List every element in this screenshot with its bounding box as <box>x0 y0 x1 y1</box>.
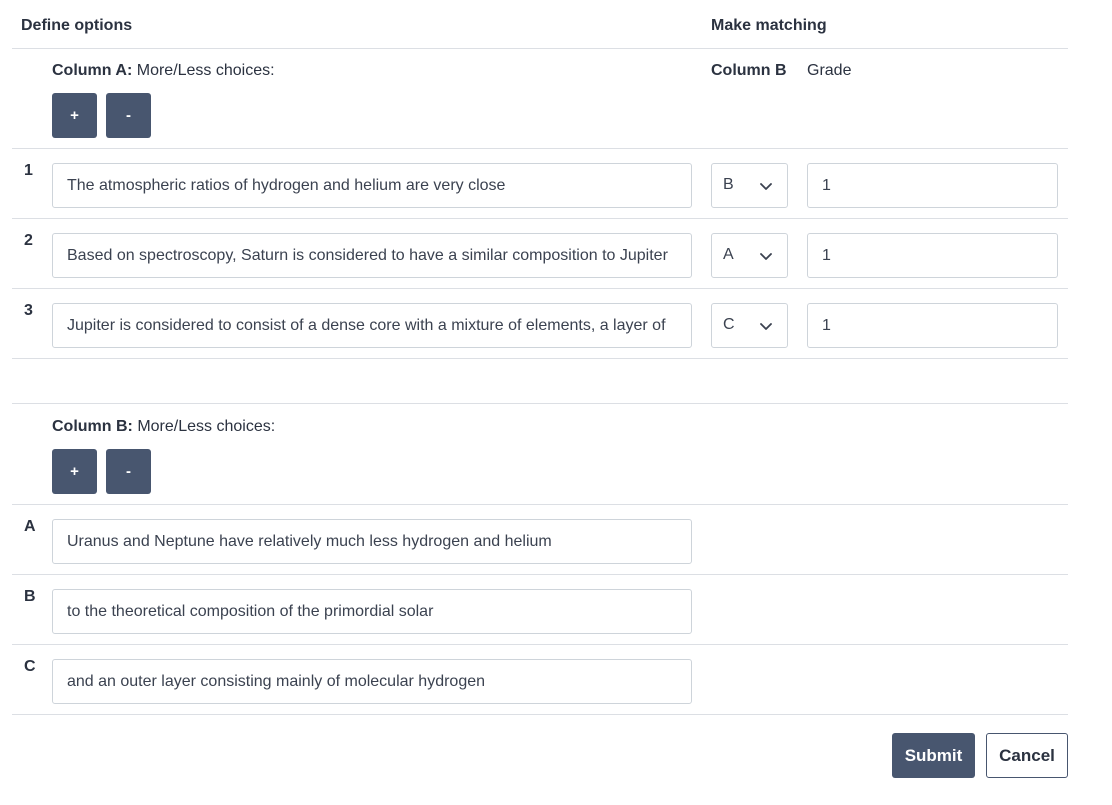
header-row: Define options Make matching <box>12 0 1068 49</box>
divider <box>12 644 1068 645</box>
matching-question-editor: Define options Make matching Column A: M… <box>0 0 1112 805</box>
row-number: 3 <box>24 302 33 319</box>
column-b-header: Column B <box>711 62 787 80</box>
row-number: 1 <box>24 162 33 179</box>
divider <box>12 403 1068 404</box>
divider <box>12 148 1068 149</box>
divider <box>12 714 1068 715</box>
match-select[interactable]: A <box>711 233 788 278</box>
row-number: 2 <box>24 232 33 249</box>
make-matching-heading: Make matching <box>711 17 827 34</box>
match-select[interactable]: B <box>711 163 788 208</box>
chevron-down-icon <box>760 323 772 330</box>
chevron-down-icon <box>760 253 772 260</box>
match-select-value: C <box>723 316 735 333</box>
column-b-add-button[interactable]: + <box>52 449 97 494</box>
grade-input[interactable] <box>807 163 1058 208</box>
column-a-remove-button[interactable]: - <box>106 93 151 138</box>
column-b-choice-input[interactable] <box>52 589 692 634</box>
grade-header: Grade <box>807 62 852 79</box>
submit-button[interactable]: Submit <box>892 733 975 778</box>
column-b-choice-input[interactable] <box>52 659 692 704</box>
divider <box>12 288 1068 289</box>
column-b-choice-input[interactable] <box>52 519 692 564</box>
column-b-heading: Column B <box>711 62 787 79</box>
column-a-choice-input[interactable] <box>52 303 692 348</box>
divider <box>12 574 1068 575</box>
column-a-choice-input[interactable] <box>52 233 692 278</box>
column-a-title: Column A: <box>52 62 133 79</box>
cancel-button[interactable]: Cancel <box>986 733 1068 778</box>
divider <box>12 358 1068 359</box>
column-a-choice-input[interactable] <box>52 163 692 208</box>
column-a-add-button[interactable]: + <box>52 93 97 138</box>
column-a-label: Column A: More/Less choices: <box>52 62 275 80</box>
divider <box>12 218 1068 219</box>
define-options-heading: Define options <box>21 17 133 34</box>
chevron-down-icon <box>760 183 772 190</box>
match-select-value: A <box>723 246 734 263</box>
column-a-subtitle: More/Less choices: <box>136 62 275 79</box>
grade-input[interactable] <box>807 303 1058 348</box>
match-select[interactable]: C <box>711 303 788 348</box>
column-b-subtitle: More/Less choices: <box>137 418 276 435</box>
grade-input[interactable] <box>807 233 1058 278</box>
column-b-remove-button[interactable]: - <box>106 449 151 494</box>
column-b-label: Column B: More/Less choices: <box>52 418 275 436</box>
row-letter: A <box>24 518 36 535</box>
match-select-value: B <box>723 176 734 193</box>
divider <box>12 504 1068 505</box>
column-b-title: Column B: <box>52 418 133 435</box>
row-letter: C <box>24 658 36 675</box>
row-letter: B <box>24 588 36 605</box>
